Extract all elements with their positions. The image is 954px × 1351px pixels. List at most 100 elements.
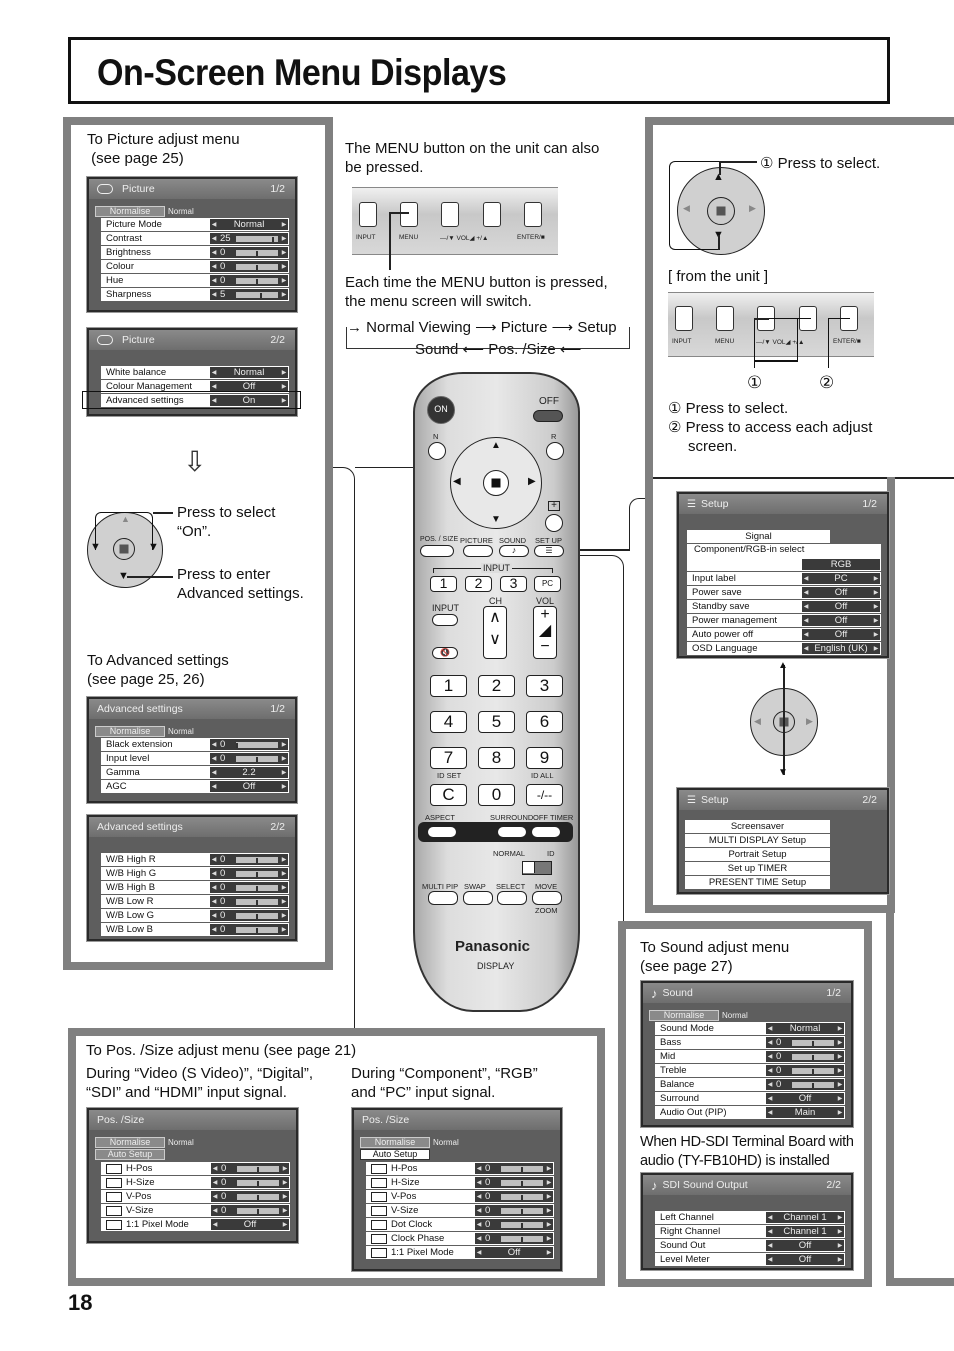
- vol-rocker[interactable]: + ◢ −: [533, 606, 557, 659]
- menu-row[interactable]: Balance ◀ 0 ▶: [655, 1078, 845, 1091]
- numpad-key[interactable]: 6: [526, 711, 563, 733]
- unit-input-button[interactable]: [359, 202, 377, 227]
- setup-item[interactable]: Screensaver: [685, 820, 830, 833]
- row-value-control[interactable]: ◀ PC ▶: [802, 573, 880, 584]
- slider-track[interactable]: [237, 1165, 279, 1172]
- input-2-button[interactable]: 2: [465, 576, 492, 592]
- row-value-control[interactable]: ◀ 0 ▶: [210, 854, 288, 865]
- normalise-button[interactable]: Normalise: [360, 1136, 430, 1148]
- input-1-button[interactable]: 1: [430, 576, 457, 592]
- menu-row[interactable]: Surround ◀ Off ▶: [655, 1092, 845, 1105]
- slider-track[interactable]: [236, 235, 278, 242]
- slider-track[interactable]: [236, 249, 278, 256]
- menu-row[interactable]: 1:1 Pixel Mode ◀ Off ▶: [366, 1246, 554, 1259]
- menu-row[interactable]: Gamma ◀ 2.2 ▶: [101, 766, 289, 779]
- row-value-control[interactable]: ◀ 0 ▶: [211, 1163, 289, 1174]
- slider-track[interactable]: [236, 277, 278, 284]
- input-3-button[interactable]: 3: [500, 576, 527, 592]
- menu-row[interactable]: Contrast ◀ 25 ▶: [101, 232, 289, 245]
- row-value-control[interactable]: ◀ 0 ▶: [211, 1205, 289, 1216]
- row-value-control[interactable]: ◀ Off ▶: [802, 601, 880, 612]
- row-value-control[interactable]: ◀ 0 ▶: [210, 275, 288, 286]
- slider-thumb[interactable]: [255, 927, 258, 933]
- slider-track[interactable]: [792, 1053, 834, 1060]
- slider-thumb[interactable]: [256, 1208, 259, 1214]
- menu-row[interactable]: Sharpness ◀ 5 ▶: [101, 288, 289, 301]
- slider-track[interactable]: [501, 1165, 543, 1172]
- menu-row[interactable]: W/B High B ◀ 0 ▶: [101, 881, 289, 894]
- menu-row[interactable]: H-Pos ◀ 0 ▶: [101, 1162, 290, 1175]
- row-value-control[interactable]: ◀ 0 ▶: [475, 1205, 553, 1216]
- menu-row[interactable]: W/B Low R ◀ 0 ▶: [101, 895, 289, 908]
- menu-row[interactable]: Right Channel ◀ Channel 1 ▶: [655, 1225, 845, 1238]
- menu-row[interactable]: Colour ◀ 0 ▶: [101, 260, 289, 273]
- slider-thumb[interactable]: [255, 871, 258, 877]
- menu-row[interactable]: Clock Phase ◀ 0 ▶: [366, 1232, 554, 1245]
- slider-track[interactable]: [236, 884, 278, 891]
- slider-track[interactable]: [501, 1207, 543, 1214]
- numpad-key[interactable]: 3: [526, 675, 563, 697]
- row-value-control[interactable]: ◀ Off ▶: [210, 781, 288, 792]
- setup-button[interactable]: ☰: [534, 545, 564, 557]
- normalise-button[interactable]: Normalise: [95, 725, 165, 737]
- slider-track[interactable]: [236, 741, 278, 748]
- normalise-button[interactable]: Normalise: [649, 1009, 719, 1021]
- menu-row[interactable]: Level Meter ◀ Off ▶: [655, 1253, 845, 1266]
- slider-thumb[interactable]: [256, 1166, 259, 1172]
- slider-track[interactable]: [236, 912, 278, 919]
- menu-row[interactable]: Black extension ◀ 0 ▶: [101, 738, 289, 751]
- signal-item[interactable]: Signal: [687, 530, 830, 543]
- menu-row[interactable]: Picture Mode ◀ Normal ▶: [101, 218, 289, 231]
- slider-thumb[interactable]: [811, 1040, 814, 1046]
- row-value-control[interactable]: ◀ 0 ▶: [475, 1191, 553, 1202]
- menu-row[interactable]: AGC ◀ Off ▶: [101, 780, 289, 793]
- slider-track[interactable]: [501, 1221, 543, 1228]
- slider-thumb[interactable]: [256, 1194, 259, 1200]
- row-value-control[interactable]: ◀ 0 ▶: [766, 1065, 844, 1076]
- menu-row[interactable]: 1:1 Pixel Mode ◀ Off ▶: [101, 1218, 290, 1231]
- menu-row[interactable]: W/B Low B ◀ 0 ▶: [101, 923, 289, 936]
- row-value-control[interactable]: ◀ 0 ▶: [210, 753, 288, 764]
- mute-button[interactable]: 🔇: [432, 647, 458, 659]
- menu-row[interactable]: Left Channel ◀ Channel 1 ▶: [655, 1211, 845, 1224]
- setup-item[interactable]: Portrait Setup: [685, 848, 830, 861]
- slider-thumb[interactable]: [520, 1236, 523, 1242]
- slider-thumb[interactable]: [520, 1166, 523, 1172]
- slider-track[interactable]: [237, 1179, 279, 1186]
- row-value-control[interactable]: ◀ 0 ▶: [766, 1051, 844, 1062]
- row-value-control[interactable]: ◀ Normal ▶: [766, 1023, 844, 1034]
- numpad-key[interactable]: 9: [526, 747, 563, 769]
- menu-row[interactable]: V-Size ◀ 0 ▶: [366, 1204, 554, 1217]
- row-value-control[interactable]: ◀ Off ▶: [802, 615, 880, 626]
- row-value-control[interactable]: ◀ 0 ▶: [210, 882, 288, 893]
- slider-thumb[interactable]: [236, 742, 238, 748]
- menu-row[interactable]: Power save ◀ Off ▶: [687, 586, 881, 599]
- menu-row[interactable]: Input level ◀ 0 ▶: [101, 752, 289, 765]
- slider-thumb[interactable]: [255, 857, 258, 863]
- component-rgb-select[interactable]: Component/RGB-in select RGB: [687, 544, 881, 571]
- slider-thumb[interactable]: [255, 250, 258, 256]
- row-value-control[interactable]: ◀ 5 ▶: [210, 289, 288, 300]
- slider-track[interactable]: [236, 870, 278, 877]
- slider-thumb[interactable]: [520, 1194, 523, 1200]
- slider-thumb[interactable]: [271, 236, 274, 242]
- ch-rocker[interactable]: ∧ ∨: [483, 606, 507, 659]
- menu-row[interactable]: W/B High R ◀ 0 ▶: [101, 853, 289, 866]
- slider-track[interactable]: [236, 898, 278, 905]
- numpad-key[interactable]: 4: [430, 711, 467, 733]
- slider-thumb[interactable]: [256, 1180, 259, 1186]
- menu-row[interactable]: H-Size ◀ 0 ▶: [366, 1176, 554, 1189]
- row-value-control[interactable]: ◀ 0 ▶: [475, 1219, 553, 1230]
- setup-item[interactable]: MULTI DISPLAY Setup: [685, 834, 830, 847]
- input-pc-button[interactable]: PC: [534, 576, 561, 592]
- row-value-control[interactable]: ◀ Normal ▶: [210, 219, 288, 230]
- row-value-control[interactable]: ◀ Off ▶: [766, 1254, 844, 1265]
- menu-row[interactable]: Input label ◀ PC ▶: [687, 572, 881, 585]
- auto-setup-button[interactable]: Auto Setup: [360, 1149, 430, 1160]
- menu-row[interactable]: Standby save ◀ Off ▶: [687, 600, 881, 613]
- input-button[interactable]: [432, 614, 458, 626]
- menu-row[interactable]: Sound Mode ◀ Normal ▶: [655, 1022, 845, 1035]
- picture-button[interactable]: [463, 545, 493, 557]
- slider-track[interactable]: [236, 755, 278, 762]
- unit-menu-button[interactable]: [716, 306, 734, 331]
